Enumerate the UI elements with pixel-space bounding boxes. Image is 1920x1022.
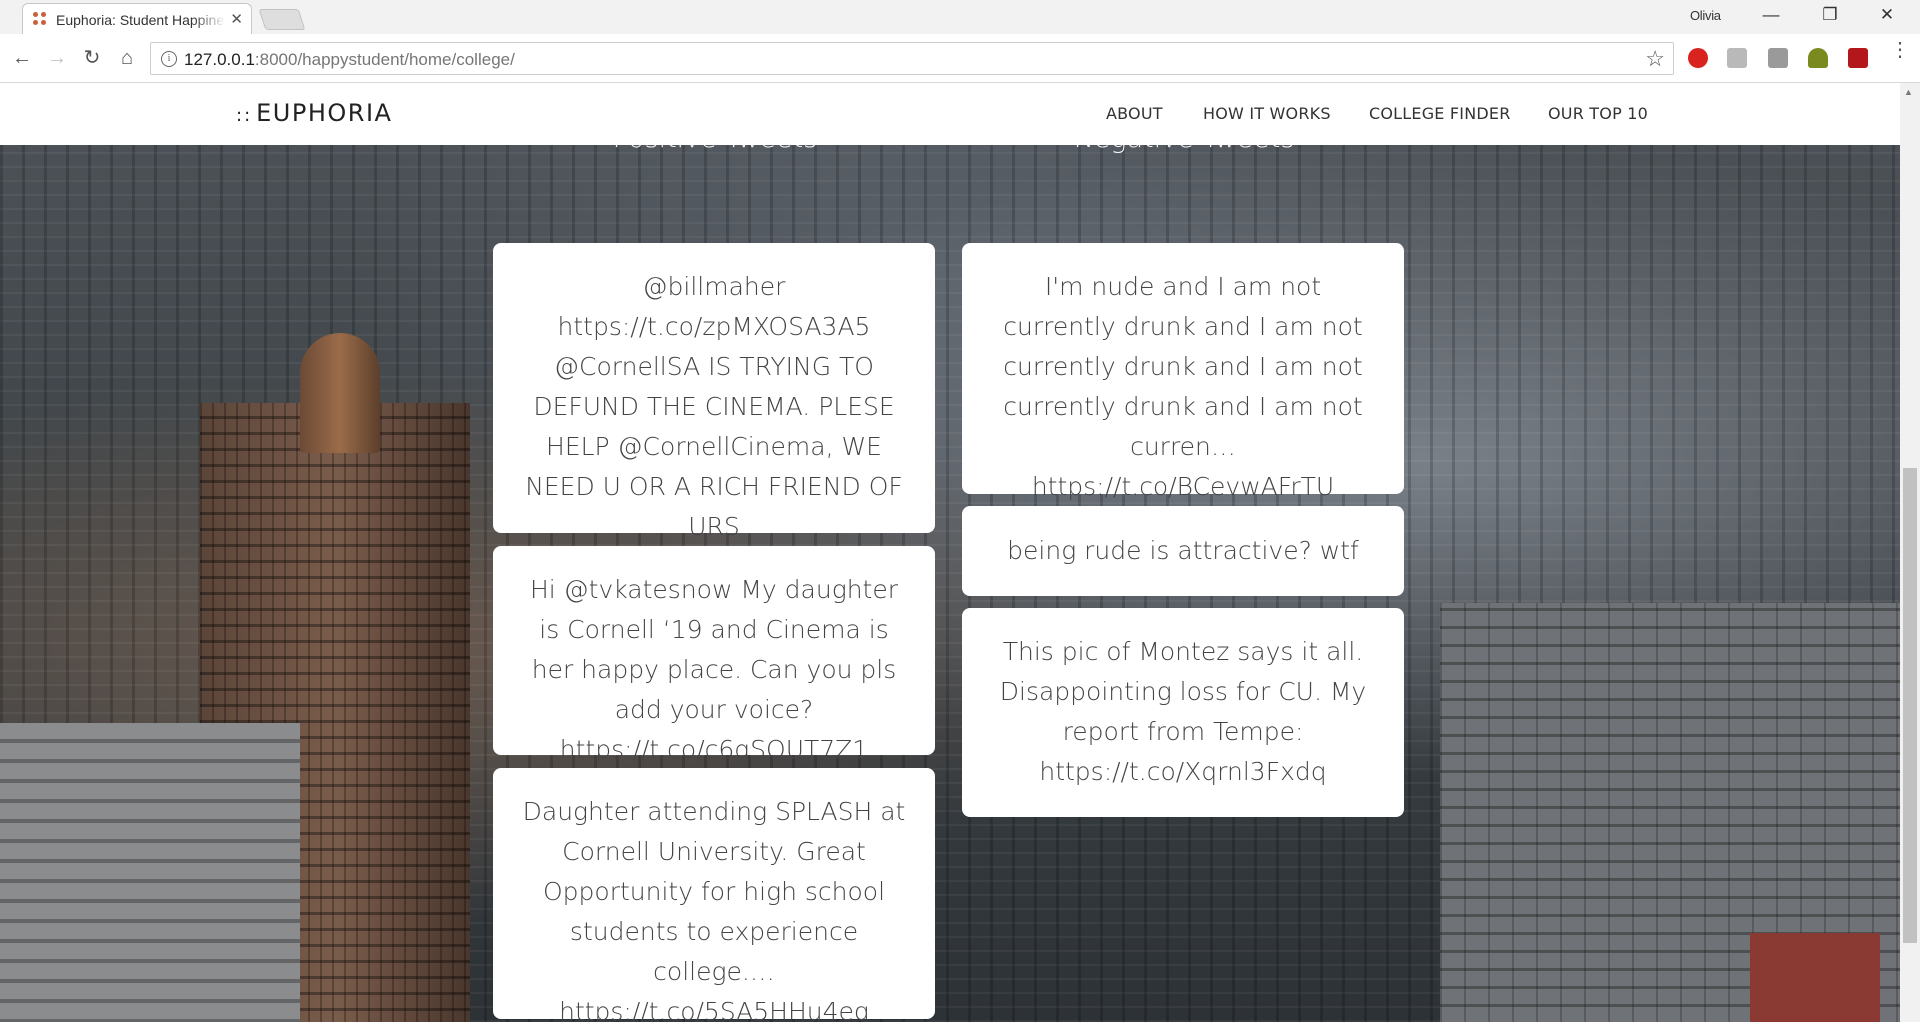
scrollbar-thumb[interactable] bbox=[1903, 468, 1917, 943]
nav-link-our-top-10[interactable]: OUR TOP 10 bbox=[1548, 104, 1648, 123]
brand-logo[interactable]: :: EUPHORIA bbox=[236, 99, 392, 127]
page-viewport: Positive Tweets Negative Tweets ::EUPHOR… bbox=[0, 83, 1920, 1022]
extension-icon[interactable] bbox=[1727, 48, 1747, 68]
site-navbar: :: EUPHORIA ABOUT HOW IT WORKS COLLEGE FI… bbox=[0, 83, 1900, 145]
profile-name[interactable]: Olivia bbox=[1690, 8, 1721, 23]
forward-arrow-icon[interactable]: → bbox=[43, 44, 71, 72]
new-tab-button[interactable] bbox=[258, 9, 306, 30]
home-icon[interactable]: ⌂ bbox=[113, 44, 141, 72]
negative-tweet-card: being rude is attractive? wtf bbox=[962, 506, 1404, 596]
address-bar[interactable]: i 127.0.0.1:8000/happystudent/home/colle… bbox=[150, 42, 1674, 75]
euphoria-favicon-icon bbox=[33, 12, 47, 26]
reader-extension-icon[interactable] bbox=[1768, 48, 1788, 68]
browser-tab-strip: Euphoria: Student Happiness ✕ Olivia — ❐… bbox=[0, 0, 1920, 34]
url-text[interactable]: 127.0.0.1:8000/happystudent/home/college… bbox=[184, 50, 515, 70]
city-background-image bbox=[0, 83, 1900, 1022]
reload-icon[interactable]: ↻ bbox=[78, 44, 106, 72]
opera-extension-icon[interactable] bbox=[1688, 48, 1708, 68]
browser-menu-icon[interactable]: ⋮ bbox=[1890, 40, 1910, 60]
nav-link-about[interactable]: ABOUT bbox=[1106, 104, 1163, 123]
minimize-icon[interactable]: — bbox=[1756, 5, 1786, 25]
nav-link-college-finder[interactable]: COLLEGE FINDER bbox=[1369, 104, 1511, 123]
browser-tab[interactable]: Euphoria: Student Happiness ✕ bbox=[22, 3, 252, 34]
nav-link-how-it-works[interactable]: HOW IT WORKS bbox=[1203, 104, 1331, 123]
positive-tweet-card: @billmaher https://t.co/zpMXOSA3A5 @Corn… bbox=[493, 243, 935, 541]
android-extension-icon[interactable] bbox=[1808, 48, 1828, 68]
positive-tweet-card: Daughter attending SPLASH at Cornell Uni… bbox=[493, 768, 935, 1022]
pdf-extension-icon[interactable] bbox=[1848, 48, 1868, 68]
browser-toolbar: ← → ↻ ⌂ i 127.0.0.1:8000/happystudent/ho… bbox=[0, 34, 1920, 83]
site-info-icon[interactable]: i bbox=[161, 51, 177, 67]
close-window-icon[interactable]: ✕ bbox=[1872, 5, 1902, 25]
restore-icon[interactable]: ❐ bbox=[1815, 5, 1845, 25]
positive-tweet-card: Hi @tvkatesnow My daughter is Cornell ‘1… bbox=[493, 546, 935, 764]
scroll-up-arrow-icon[interactable]: ▲ bbox=[1904, 87, 1913, 97]
negative-tweet-card: I'm nude and I am not currently drunk an… bbox=[962, 243, 1404, 501]
bookmark-star-icon[interactable]: ☆ bbox=[1645, 46, 1665, 72]
negative-tweet-card: This pic of Montez says it all. Disappoi… bbox=[962, 608, 1404, 817]
tab-title: Euphoria: Student Happiness bbox=[56, 12, 226, 28]
back-arrow-icon[interactable]: ← bbox=[8, 44, 36, 72]
tab-close-icon[interactable]: ✕ bbox=[230, 10, 243, 28]
